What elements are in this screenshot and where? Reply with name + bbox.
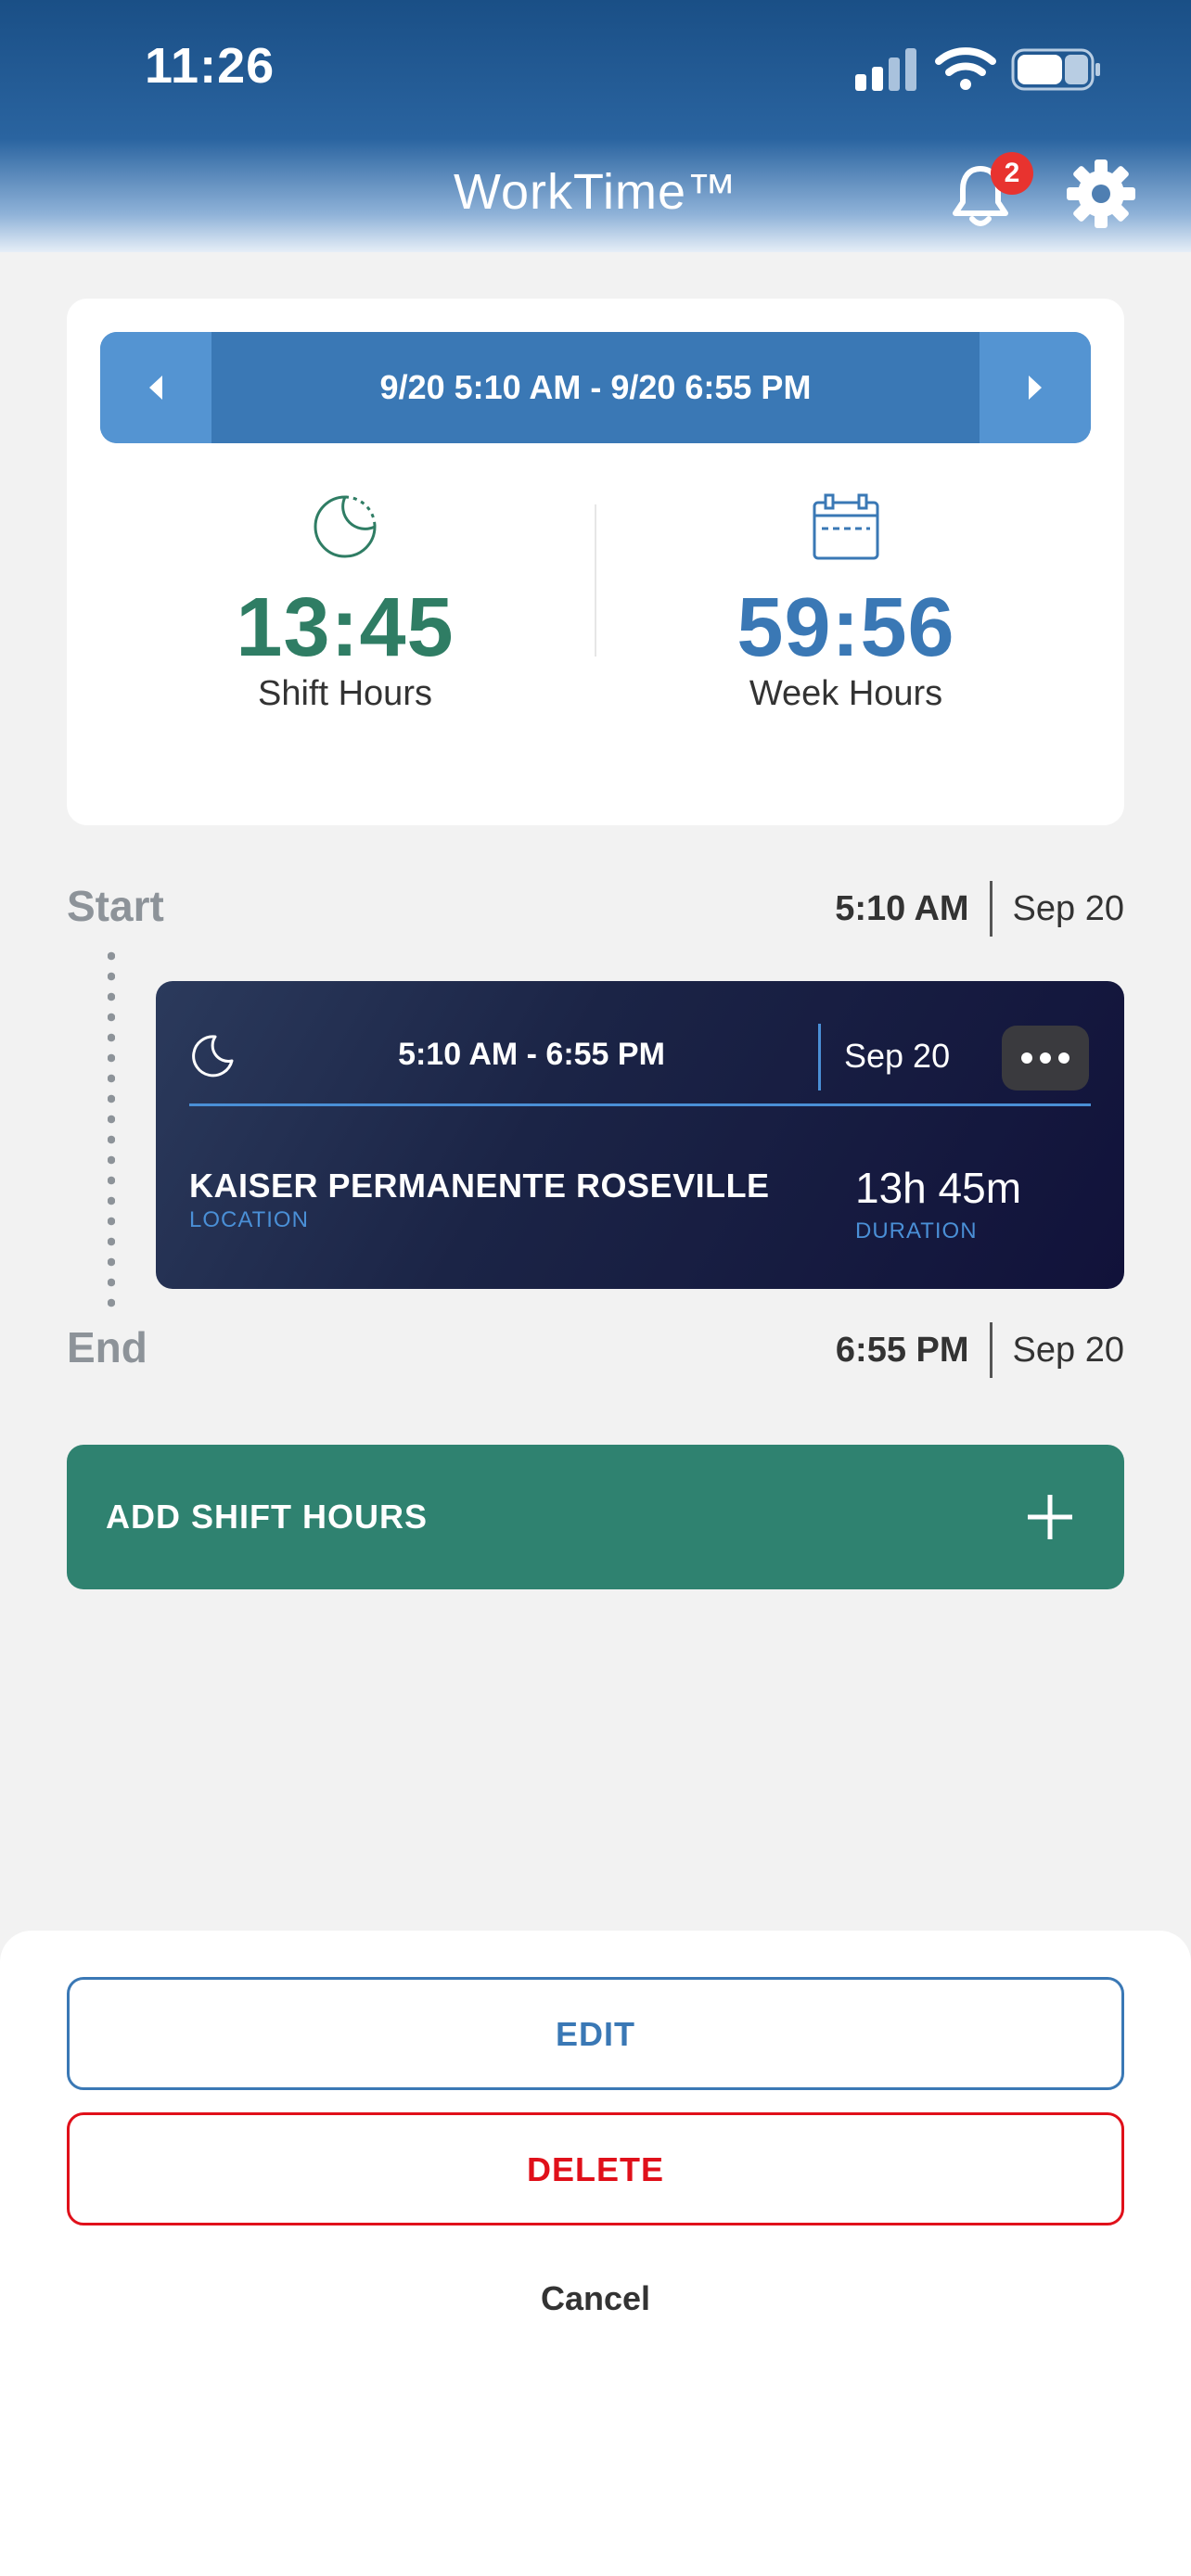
timeline-start-label: Start (67, 882, 164, 930)
timeline-dotted-line (108, 946, 115, 1317)
start-date: Sep 20 (1012, 888, 1124, 928)
calendar-icon (813, 493, 879, 560)
previous-range-button[interactable] (100, 332, 211, 443)
plus-icon (1028, 1495, 1072, 1539)
caret-right-icon (1029, 376, 1042, 400)
shift-date: Sep 20 (844, 1037, 951, 1075)
edit-button[interactable]: EDIT (67, 1977, 1124, 2090)
timeline-end-label: End (67, 1323, 147, 1371)
week-hours-label: Week Hours (749, 674, 943, 713)
add-shift-hours-label: ADD SHIFT HOURS (106, 1498, 428, 1536)
ellipsis-dot-icon (1040, 1052, 1051, 1064)
action-sheet: EDIT DELETE Cancel (0, 1931, 1191, 2576)
moon-icon (192, 1035, 234, 1078)
next-range-button[interactable] (980, 332, 1091, 443)
date-range-selector: 9/20 5:10 AM - 9/20 6:55 PM (100, 332, 1091, 443)
more-options-button[interactable] (1002, 1026, 1089, 1090)
week-hours-stat: 59:56 Week Hours (596, 491, 1096, 714)
timestamp-separator (989, 1322, 992, 1378)
moon-clock-icon (314, 495, 377, 558)
notification-badge: 2 (991, 152, 1033, 195)
shift-summary-card: 9/20 5:10 AM - 9/20 6:55 PM 13:45 Shift … (67, 299, 1124, 825)
delete-button[interactable]: DELETE (67, 2112, 1124, 2225)
end-time: 6:55 PM (835, 1330, 969, 1370)
ellipsis-dot-icon (1058, 1052, 1069, 1064)
cancel-button[interactable]: Cancel (0, 2279, 1191, 2318)
start-time: 5:10 AM (835, 888, 969, 928)
shift-duration: 13h 45m (855, 1164, 1022, 1212)
card-separator (818, 1024, 821, 1090)
timeline-start-timestamp: 5:10 AM Sep 20 (835, 881, 1124, 937)
date-range-label: 9/20 5:10 AM - 9/20 6:55 PM (379, 368, 812, 406)
shift-entry-card[interactable]: 5:10 AM - 6:55 PM Sep 20 KAISER PERMANEN… (156, 981, 1124, 1289)
timestamp-separator (989, 881, 992, 937)
settings-gear-icon[interactable] (1067, 159, 1135, 228)
cellular-signal-icon (855, 48, 916, 91)
shift-hours-stat: 13:45 Shift Hours (95, 491, 596, 714)
timeline-end-timestamp: 6:55 PM Sep 20 (836, 1322, 1124, 1378)
end-date: Sep 20 (1012, 1330, 1124, 1370)
shift-hours-value: 13:45 (236, 581, 455, 674)
status-time: 11:26 (145, 38, 275, 94)
week-hours-value: 59:56 (736, 581, 955, 674)
app-header: 11:26 WorkTime™ 2 (0, 0, 1191, 252)
battery-icon (1011, 48, 1100, 91)
shift-time-range: 5:10 AM - 6:55 PM (398, 1037, 665, 1072)
shift-location: KAISER PERMANENTE ROSEVILLE (189, 1167, 770, 1205)
add-shift-hours-button[interactable]: ADD SHIFT HOURS (67, 1445, 1124, 1589)
location-caption: LOCATION (189, 1207, 309, 1232)
shift-hours-label: Shift Hours (258, 674, 432, 713)
duration-caption: DURATION (855, 1218, 978, 1243)
wifi-icon (935, 47, 996, 90)
card-divider (189, 1103, 1091, 1106)
ellipsis-dot-icon (1021, 1052, 1032, 1064)
caret-left-icon (149, 376, 162, 400)
